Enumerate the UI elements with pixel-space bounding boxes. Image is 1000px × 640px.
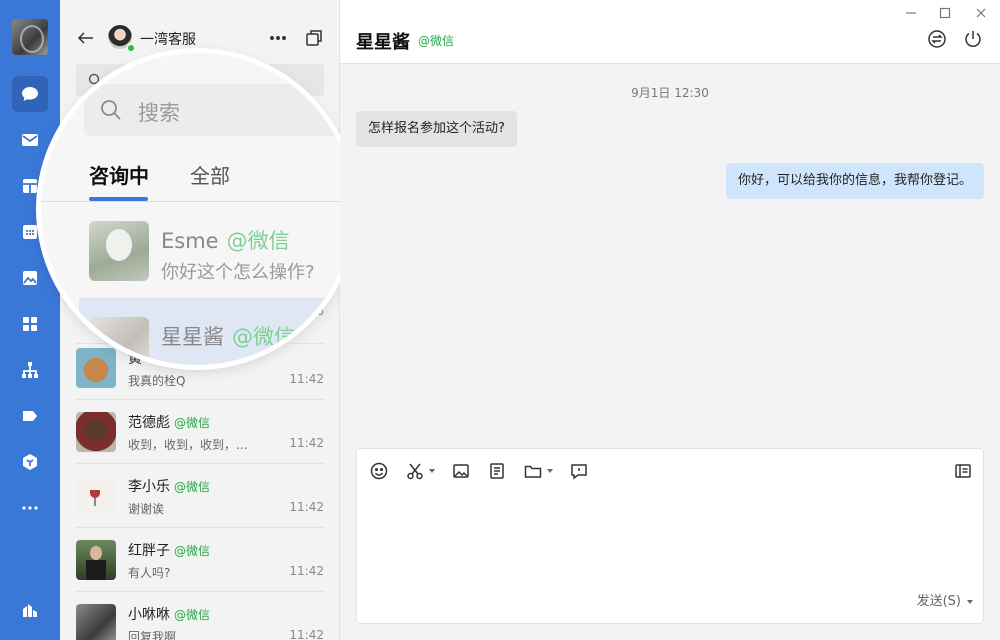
outgoing-message: 你好，可以给我你的信息，我帮你登记。 [725, 163, 984, 199]
rail-message[interactable] [12, 76, 48, 112]
contact-name[interactable]: 星星酱 @微信 [161, 321, 295, 351]
close-icon[interactable] [974, 6, 988, 20]
contact-avatar [76, 540, 116, 580]
last-message: 回复我啊 [128, 630, 177, 640]
tab-consulting[interactable]: 咨询中 [89, 160, 149, 189]
contact-name: 范德彪 @微信 [128, 415, 211, 431]
power-icon[interactable] [962, 28, 984, 50]
emoji-icon[interactable] [369, 461, 389, 481]
last-message: 你好这个怎么操作? [161, 262, 315, 283]
search-placeholder: 搜索 [138, 101, 180, 125]
message-time: 11:42 [289, 372, 324, 386]
more-icon [22, 506, 38, 510]
chat-panel: 星星酱 @微信 9月1日 12:30 怎样报名参加这个活动? 你好，可以给我你的… [340, 0, 1000, 640]
conversation-list-panel: 一湾客服 6 黄 我真的栓Q 11:42 范德彪@微信 收到，收到，收到，...… [41, 0, 353, 640]
minimize-icon[interactable] [904, 6, 918, 20]
document-icon[interactable] [487, 461, 507, 481]
search-input-zoomed[interactable]: 搜索 [84, 84, 346, 136]
tab-divider [41, 201, 353, 202]
cube-icon [23, 454, 37, 470]
last-message: 有人吗? [128, 566, 171, 580]
tab-all[interactable]: 全部 [190, 160, 230, 189]
magnifier-lens: 搜索 咨询中 全部 Esme @微信 你好这个怎么操作? 星星酱 @微信 [41, 53, 353, 365]
contact-name: 李小乐 @微信 [128, 479, 211, 495]
message-icon [22, 87, 38, 101]
org-icon [22, 362, 38, 378]
tag-icon [23, 411, 37, 421]
image-upload-icon[interactable] [451, 461, 471, 481]
rail-org[interactable] [12, 352, 48, 388]
mail-icon [22, 134, 38, 146]
box-icon [23, 179, 37, 193]
left-rail [0, 0, 60, 640]
stats-icon [23, 604, 37, 617]
quick-reply-icon[interactable] [569, 461, 589, 481]
last-message: 我真的栓Q [128, 374, 186, 388]
grid-icon [23, 317, 37, 331]
rail-tag[interactable] [12, 398, 48, 434]
contact-avatar [76, 412, 116, 452]
contact-avatar [76, 476, 116, 516]
online-status-dot [126, 43, 136, 53]
chat-header: 星星酱 @微信 [340, 0, 1000, 64]
chat-title: 星星酱 [356, 32, 410, 53]
screenshot-dropdown-icon[interactable] [429, 469, 435, 473]
contact-avatar [76, 604, 116, 640]
last-message: 谢谢诶 [128, 502, 165, 516]
rail-image[interactable] [12, 260, 48, 296]
new-window-icon[interactable] [304, 28, 324, 48]
history-panel-icon[interactable] [953, 461, 973, 481]
rail-stats[interactable] [12, 592, 48, 628]
rail-more[interactable] [12, 490, 48, 526]
list-item[interactable]: 李小乐 @微信 谢谢诶 11:42 [76, 464, 324, 528]
send-options-icon[interactable] [967, 599, 973, 604]
last-message: 收到，收到，收到，... [128, 438, 248, 452]
message-time: 11:42 [289, 436, 324, 450]
list-item[interactable]: 范德彪 @微信 收到，收到，收到，... 11:42 [76, 400, 324, 464]
contact-name: 红胖子 @微信 [128, 543, 211, 559]
transfer-icon[interactable] [926, 28, 948, 50]
back-icon[interactable] [76, 28, 96, 48]
message-date: 9月1日 12:30 [631, 86, 709, 100]
message-time: 11:42 [289, 500, 324, 514]
incoming-message: 怎样报名参加这个活动? [356, 111, 517, 147]
folder-icon[interactable] [523, 461, 543, 481]
more-options-icon[interactable] [268, 28, 288, 48]
user-avatar[interactable] [12, 19, 48, 55]
rail-cube[interactable] [12, 444, 48, 480]
maximize-icon[interactable] [938, 6, 952, 20]
folder-dropdown-icon[interactable] [547, 469, 553, 473]
calendar-icon [23, 225, 37, 239]
list-header: 一湾客服 [60, 22, 340, 54]
contact-avatar [89, 221, 149, 281]
list-item[interactable]: 小咻咻 @微信 回复我啊 11:42 [76, 592, 324, 640]
chat-source-badge: @微信 [418, 34, 455, 48]
screenshot-icon[interactable] [405, 461, 425, 481]
list-item[interactable]: 红胖子 @微信 有人吗? 11:42 [76, 528, 324, 592]
rail-apps[interactable] [12, 306, 48, 342]
message-time: 11:42 [289, 628, 324, 640]
send-button[interactable]: 发送(S) [917, 590, 973, 609]
contact-avatar [89, 317, 149, 365]
message-time: 11:42 [289, 564, 324, 578]
rail-mail[interactable] [12, 122, 48, 158]
agent-name: 一湾客服 [140, 32, 196, 48]
contact-name: 小咻咻 @微信 [128, 607, 211, 623]
contact-name[interactable]: Esme @微信 [161, 225, 290, 255]
search-icon [101, 100, 121, 120]
message-composer[interactable]: 发送(S) [356, 448, 984, 624]
image-icon [23, 271, 37, 285]
